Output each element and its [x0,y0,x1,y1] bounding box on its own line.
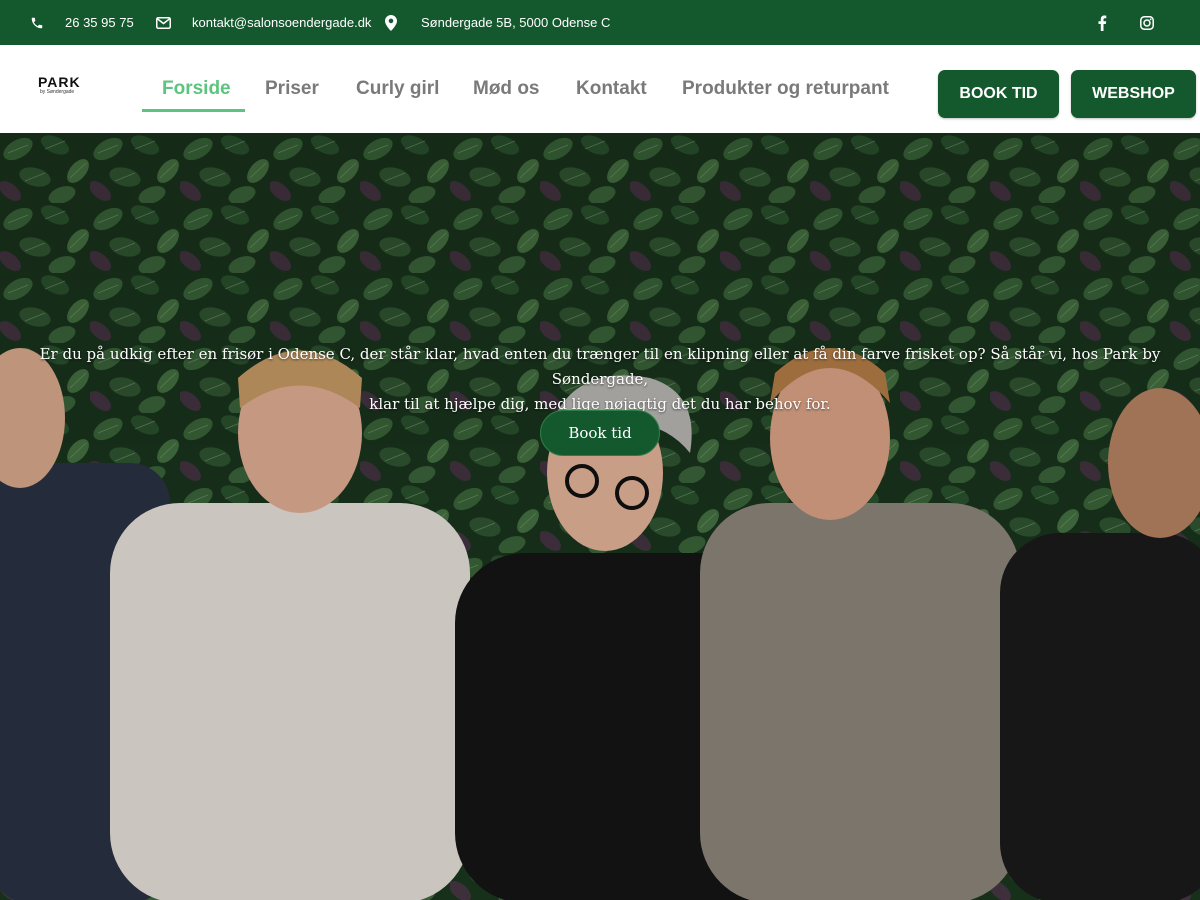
map-pin-icon [385,14,397,31]
logo-tagline: by Søndergade [40,89,75,95]
nav-item-curly-girl[interactable]: Curly girl [356,45,439,133]
phone-link[interactable]: 26 35 95 75 [30,0,134,45]
nav-item-mod-os[interactable]: Mød os [473,45,540,133]
hero-book-tid-button[interactable]: Book tid [540,410,660,456]
email-link[interactable]: kontakt@salonsoendergade.dk [156,0,371,45]
nav-item-priser[interactable]: Priser [265,45,319,133]
address-text: Søndergade 5B, 5000 Odense C [421,15,611,30]
park-logo[interactable]: PARK by Søndergade [38,75,90,105]
hero-section: Er du på udkig efter en frisør i Odense … [0,133,1200,900]
nav-item-kontakt[interactable]: Kontakt [576,45,647,133]
hero-intro-line-1: Er du på udkig efter en frisør i Odense … [39,345,1161,388]
facebook-icon[interactable] [1097,0,1107,45]
nav-item-produkter[interactable]: Produkter og returpant [682,45,889,133]
logo-name: PARK [38,74,81,90]
hero-intro-text: Er du på udkig efter en frisør i Odense … [10,342,1190,417]
book-tid-button[interactable]: BOOK TID [938,70,1059,118]
envelope-icon [156,16,171,29]
team-photo [0,133,1200,900]
webshop-button[interactable]: WEBSHOP [1071,70,1196,118]
top-info-bar: 26 35 95 75 kontakt@salonsoendergade.dk … [0,0,1200,45]
active-nav-indicator [142,109,245,112]
nav-item-forside[interactable]: Forside [162,45,231,133]
site-header: PARK by Søndergade Forside Priser Curly … [0,45,1200,133]
address-link[interactable]: Søndergade 5B, 5000 Odense C [385,0,610,45]
phone-icon [30,16,44,30]
phone-number: 26 35 95 75 [65,15,134,30]
instagram-icon[interactable] [1140,0,1154,45]
email-address: kontakt@salonsoendergade.dk [192,15,372,30]
